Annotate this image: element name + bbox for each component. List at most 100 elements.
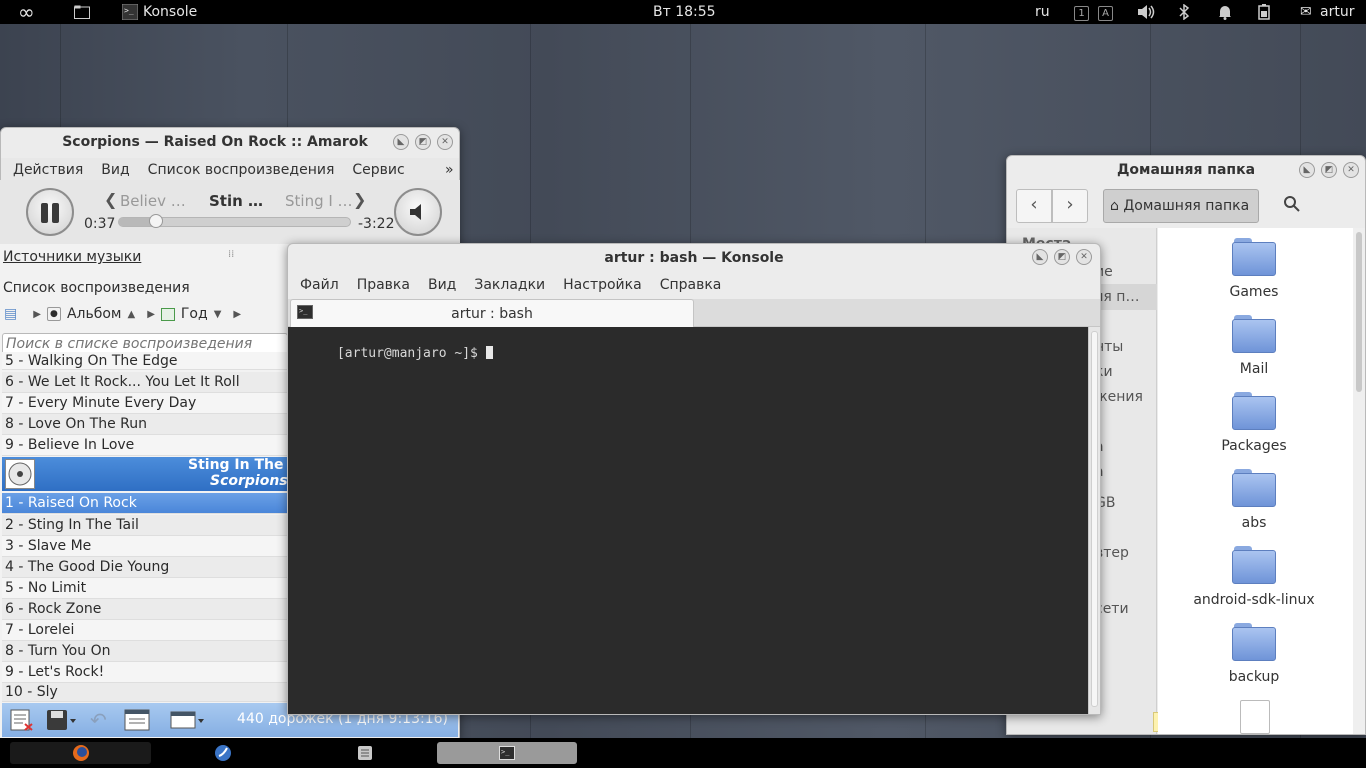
close-button[interactable]: ✕ [1076, 249, 1092, 265]
forward-button[interactable]: › [1052, 189, 1088, 223]
places-item-selected[interactable]: яя п… [1095, 289, 1139, 305]
active-app-name[interactable]: Konsole [143, 0, 197, 24]
folder-scrollbar[interactable] [1353, 228, 1365, 734]
minimize-button[interactable]: ◣ [393, 134, 409, 150]
transport-bar: ❮ Believ … Stin … Sting I … ❯ 0:37 -3:22 [0, 180, 460, 244]
playlist-row[interactable]: 3 - Slave Me [2, 536, 288, 557]
next-track-icon[interactable]: ❯ [353, 190, 366, 209]
menu-bookmarks[interactable]: Закладки [465, 272, 554, 298]
volume-button[interactable] [394, 188, 442, 236]
taskbar-item-amarok[interactable] [152, 742, 293, 764]
menu-settings[interactable]: Настройка [554, 272, 651, 298]
menu-view[interactable]: Вид [92, 158, 138, 182]
playlist-row[interactable]: 9 - Believe In Love [2, 435, 288, 456]
user-icon[interactable]: ✉ [1300, 0, 1312, 24]
menu-help[interactable]: Справка [651, 272, 731, 298]
keyboard-layout[interactable]: ru [1035, 0, 1050, 24]
playlist-row[interactable]: 5 - Walking On The Edge [2, 352, 288, 370]
path-button-home[interactable]: ⌂ Домашняя папка [1103, 189, 1259, 223]
konsole-app-icon[interactable]: >_ [121, 0, 139, 24]
menu-tools[interactable]: Сервис [343, 158, 413, 182]
maximize-button[interactable]: ◩ [415, 134, 431, 150]
window-title[interactable]: artur : bash — Konsole [288, 244, 1100, 272]
album-group-header[interactable]: Sting In The T Scorpions [2, 457, 298, 491]
next-track-label[interactable]: Sting I … [285, 192, 353, 210]
playlist-row[interactable]: 7 - Lorelei [2, 620, 288, 641]
tab-bar: >_ artur : bash [288, 299, 1100, 327]
play-pause-button[interactable] [26, 188, 74, 236]
playlist-row[interactable]: 5 - No Limit [2, 578, 288, 599]
folder-view: Games Mail Packages abs android-sdk-linu… [1158, 228, 1353, 734]
save-playlist-icon[interactable] [46, 709, 78, 735]
clock[interactable]: Вт 18:55 [653, 0, 716, 24]
terminal-scrollbar[interactable] [1088, 327, 1100, 714]
minimize-button[interactable]: ◣ [1032, 249, 1048, 265]
taskbar-item-konsole[interactable]: >_ [437, 742, 577, 764]
window-title[interactable]: Scorpions — Raised On Rock :: Amarok [1, 128, 459, 156]
menu-playlist[interactable]: Список воспроизведения [139, 158, 344, 182]
track-progress-slider[interactable] [118, 214, 351, 228]
close-button[interactable]: ✕ [1343, 162, 1359, 178]
sort-year[interactable]: Год [181, 306, 208, 322]
playlist-row[interactable]: 8 - Turn You On [2, 641, 288, 662]
splitter-handle[interactable]: ⁞⁞ [228, 249, 234, 260]
playlist-row-active[interactable]: 1 - Raised On Rock [2, 493, 288, 514]
close-button[interactable]: ✕ [437, 134, 453, 150]
tab-bash[interactable]: >_ artur : bash [290, 299, 694, 327]
maximize-button[interactable]: ◩ [1321, 162, 1337, 178]
battery-icon[interactable] [1256, 0, 1272, 24]
capslock-indicator: A [1098, 0, 1113, 24]
folder-icon[interactable] [74, 0, 90, 24]
folder-item[interactable]: backup [1184, 623, 1324, 685]
folder-item[interactable]: android-sdk-linux [1184, 546, 1324, 608]
folder-icon [1232, 469, 1276, 507]
clear-playlist-icon[interactable] [10, 709, 34, 735]
infinity-icon[interactable]: ∞ [18, 0, 35, 24]
playlist-row[interactable]: 2 - Sting In The Tail [2, 515, 288, 536]
playlist-row[interactable]: 10 - Sly [2, 683, 288, 702]
folder-item[interactable]: abs [1184, 469, 1324, 531]
playlist-row[interactable]: 7 - Every Minute Every Day [2, 393, 288, 414]
playlist-row[interactable]: 8 - Love On The Run [2, 414, 288, 435]
calendar-icon [160, 307, 175, 321]
bluetooth-icon[interactable] [1178, 0, 1190, 24]
playlist-row[interactable]: 6 - Rock Zone [2, 599, 288, 620]
back-button[interactable]: ‹ [1016, 189, 1052, 223]
prev-track-label[interactable]: Believ … [120, 192, 186, 210]
folder-icon [1232, 238, 1276, 276]
folder-label: Mail [1239, 361, 1269, 377]
folder-label: android-sdk-linux [1193, 592, 1315, 608]
user-name[interactable]: artur [1320, 0, 1354, 24]
konsole-window: artur : bash — Konsole ◣ ◩ ✕ Файл Правка… [287, 243, 1101, 715]
sort-album[interactable]: Альбом [67, 306, 122, 322]
folder-item[interactable]: Mail [1184, 315, 1324, 377]
prev-track-icon[interactable]: ❮ [104, 190, 117, 209]
taskbar-item-firefox[interactable] [10, 742, 151, 764]
menu-edit[interactable]: Правка [348, 272, 419, 298]
window-controls: ◣ ◩ ✕ [393, 134, 453, 150]
track-progress-knob[interactable] [148, 214, 163, 228]
queue-manager-icon[interactable] [124, 709, 150, 735]
notification-bell-icon[interactable] [1218, 0, 1232, 24]
taskbar-item-files[interactable] [294, 742, 435, 764]
music-sources-label[interactable]: Источники музыки [3, 249, 141, 265]
undo-icon[interactable]: ↶ [90, 708, 107, 732]
playlist-row[interactable]: 4 - The Good Die Young [2, 557, 288, 578]
maximize-button[interactable]: ◩ [1054, 249, 1070, 265]
terminal-area[interactable]: [artur@manjaro ~]$ [288, 327, 1088, 714]
menu-overflow-icon[interactable]: » [445, 158, 454, 182]
folder-item[interactable]: Games [1184, 238, 1324, 300]
playlist-row[interactable]: 9 - Let's Rock! [2, 662, 288, 683]
playlist-row[interactable]: 6 - We Let It Rock... You Let It Roll [2, 372, 288, 393]
folder-item[interactable]: Packages [1184, 392, 1324, 454]
menu-file[interactable]: Файл [291, 272, 348, 298]
menu-view[interactable]: Вид [419, 272, 465, 298]
search-icon[interactable] [1283, 195, 1301, 217]
menu-actions[interactable]: Действия [4, 158, 92, 182]
playlist-layout-icon[interactable]: ▤ [4, 306, 17, 322]
file-icon[interactable] [1240, 700, 1270, 734]
places-item[interactable]: жения [1095, 389, 1143, 405]
volume-icon[interactable] [1137, 0, 1155, 24]
playlist-layout-icon[interactable] [170, 709, 206, 735]
minimize-button[interactable]: ◣ [1299, 162, 1315, 178]
